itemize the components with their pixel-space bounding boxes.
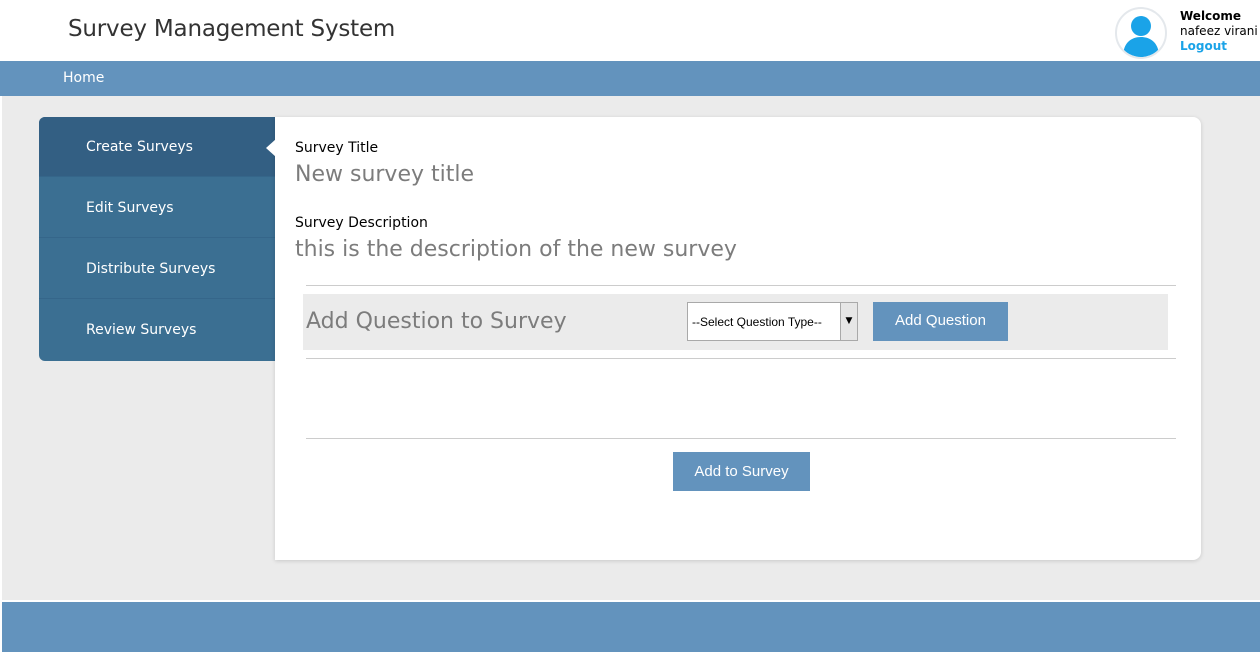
divider [306, 285, 1176, 286]
add-question-heading: Add Question to Survey [306, 309, 567, 334]
add-to-survey-button[interactable]: Add to Survey [673, 452, 810, 491]
sidebar-item-edit-surveys[interactable]: Edit Surveys [39, 178, 275, 238]
welcome-label: Welcome [1180, 9, 1242, 23]
question-type-select[interactable]: --Select Question Type-- ▼ [687, 302, 858, 341]
survey-title-value[interactable]: New survey title [295, 162, 474, 187]
sidebar: Create Surveys Edit Surveys Distribute S… [39, 117, 275, 361]
create-survey-panel: Survey Title New survey title Survey Des… [275, 117, 1201, 560]
active-item-pointer [266, 139, 276, 157]
app-header: Survey Management System Welcome nafeez … [0, 0, 1260, 61]
footer [2, 602, 1260, 652]
survey-description-label: Survey Description [295, 215, 428, 231]
user-info: Welcome nafeez virani Logout [1180, 9, 1258, 54]
sidebar-item-distribute-surveys[interactable]: Distribute Surveys [39, 239, 275, 299]
top-nav: Home [0, 61, 1260, 96]
add-question-button[interactable]: Add Question [873, 302, 1008, 341]
user-name: nafeez virani [1180, 24, 1258, 38]
divider [306, 438, 1176, 439]
survey-title-label: Survey Title [295, 140, 379, 156]
app-title: Survey Management System [68, 16, 396, 42]
sidebar-item-create-surveys[interactable]: Create Surveys [39, 117, 275, 177]
sidebar-item-review-surveys[interactable]: Review Surveys [39, 300, 275, 360]
logout-link[interactable]: Logout [1180, 39, 1258, 54]
triangle-down-icon[interactable]: ▼ [840, 303, 857, 340]
add-question-bar: Add Question to Survey --Select Question… [303, 294, 1168, 350]
divider [306, 358, 1176, 359]
survey-description-value[interactable]: this is the description of the new surve… [295, 237, 737, 262]
nav-home-link[interactable]: Home [63, 70, 104, 86]
user-avatar-icon [1115, 7, 1167, 59]
question-type-selected: --Select Question Type-- [692, 315, 822, 329]
